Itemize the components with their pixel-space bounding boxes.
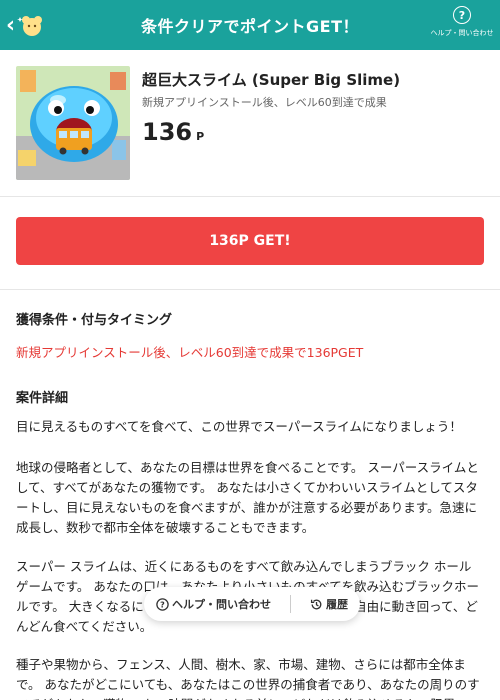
history-label: 履歴 xyxy=(326,598,348,611)
app-name: 超巨大スライム (Super Big Slime) xyxy=(142,71,401,89)
top-header: ‹ 条件クリアでポイントGET！ ? ヘルプ・問い合わせ xyxy=(0,0,500,50)
mascot-icon xyxy=(17,16,43,36)
question-circle-icon: ? xyxy=(453,6,471,24)
floating-help-label: ヘルプ・問い合わせ xyxy=(172,598,271,611)
divider xyxy=(0,289,500,290)
help-button[interactable]: ? ヘルプ・問い合わせ xyxy=(428,6,496,44)
details-paragraph: 目に見えるものすべてを食べて、この世界でスーパースライムになりましょう！ xyxy=(16,419,462,434)
separator xyxy=(290,595,291,613)
page-title: 条件クリアでポイントGET！ xyxy=(141,17,359,36)
question-circle-icon: ? xyxy=(156,597,169,611)
history-icon xyxy=(310,599,322,609)
history-button[interactable]: 履歴 xyxy=(310,596,348,612)
app-points: 136 P xyxy=(142,118,204,146)
details-title: 案件詳細 xyxy=(16,391,69,406)
svg-text:?: ? xyxy=(160,600,165,609)
acquisition-text: 新規アプリインストール後、レベル60到達で成果で136PGET xyxy=(16,345,364,360)
details-paragraph: 地球の侵略者として、あなたの目標は世界を食べることです。 スーパースライムとして… xyxy=(16,460,479,535)
floating-help-button[interactable]: ? ヘルプ・問い合わせ xyxy=(156,596,271,612)
help-label: ヘルプ・問い合わせ xyxy=(430,29,494,37)
chevron-left-icon: ‹ xyxy=(6,13,16,38)
app-summary: 超巨大スライム (Super Big Slime) 新規アプリインストール後、レ… xyxy=(16,66,486,182)
points-value: 136 xyxy=(142,118,193,146)
acquisition-title: 獲得条件・付与タイミング xyxy=(16,313,173,328)
floating-action-bar: ? ヘルプ・問い合わせ 履歴 xyxy=(144,587,360,621)
get-points-button[interactable]: 136P GET! xyxy=(16,217,484,265)
app-thumbnail xyxy=(16,66,130,180)
points-unit: P xyxy=(196,130,205,143)
details-paragraph: 種子や果物から、フェンス、人間、樹木、家、市場、建物、さらには都市全体まで。 あ… xyxy=(16,657,480,700)
back-button[interactable]: ‹ xyxy=(6,12,56,40)
divider xyxy=(0,196,500,197)
app-condition: 新規アプリインストール後、レベル60到達で成果 xyxy=(142,96,387,109)
